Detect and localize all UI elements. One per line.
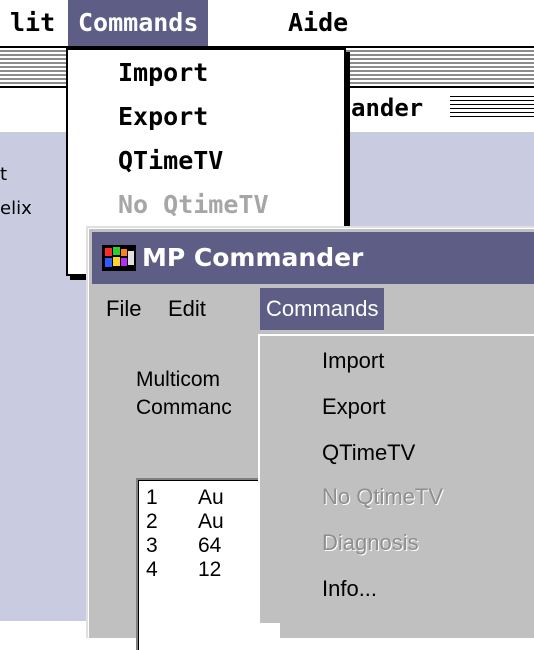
mac-menubar: lit Commands Aide: [0, 0, 534, 48]
mac-window-title: ander: [345, 88, 430, 128]
menu-edit[interactable]: Edit: [162, 288, 212, 330]
menu-item-diagnosis: Diagnosis: [322, 530, 419, 555]
menu-file[interactable]: File: [100, 288, 147, 330]
window-title: MP Commander: [142, 243, 364, 272]
list-item[interactable]: 2 Au: [146, 510, 224, 534]
list-item[interactable]: 3 64: [146, 534, 221, 558]
menu-item-import[interactable]: Import: [322, 348, 384, 374]
menu-item-info[interactable]: Info...: [322, 576, 377, 602]
list-item-number: 2: [146, 510, 158, 533]
mac-menu-item-no-qtimetv: No QtimeTV: [118, 190, 269, 219]
window-body-text-1: Multicom: [136, 368, 221, 391]
multicolor-flag-icon: [102, 245, 136, 271]
list-item-text: 12: [198, 558, 222, 581]
window-titlebar[interactable]: MP Commander: [92, 232, 534, 284]
mac-title-stripes: [450, 96, 534, 118]
mac-menu-aide[interactable]: Aide: [278, 0, 358, 46]
mac-side-text-1: t: [0, 164, 8, 185]
window-body-text-2: Commanc: [136, 396, 232, 419]
mac-menu-edit[interactable]: lit: [0, 0, 65, 46]
menu-commands[interactable]: Commands: [260, 288, 385, 330]
mac-menu-item-export[interactable]: Export: [118, 102, 208, 131]
mac-menu-item-import[interactable]: Import: [118, 58, 208, 87]
mac-menu-item-qtimetv[interactable]: QTimeTV: [118, 146, 223, 175]
commands-dropdown: Import Export QTimeTV No QtimeTV Diagnos…: [258, 334, 534, 623]
list-item[interactable]: 1 Au: [146, 486, 224, 510]
list-item[interactable]: 4 12: [146, 558, 221, 582]
mac-side-text-2: elix: [0, 198, 32, 219]
list-item-text: Au: [198, 486, 224, 509]
list-item-text: Au: [198, 510, 224, 533]
menu-item-qtimetv[interactable]: QTimeTV: [322, 440, 415, 466]
menu-item-no-qtimetv: No QtimeTV: [322, 484, 444, 509]
list-item-text: 64: [198, 534, 222, 557]
mac-menu-commands[interactable]: Commands: [68, 0, 209, 46]
list-item-number: 4: [146, 558, 158, 581]
window-menubar: File Edit Commands: [92, 284, 534, 334]
list-item-number: 3: [146, 534, 158, 557]
list-item-number: 1: [146, 486, 158, 509]
menu-item-export[interactable]: Export: [322, 394, 386, 420]
